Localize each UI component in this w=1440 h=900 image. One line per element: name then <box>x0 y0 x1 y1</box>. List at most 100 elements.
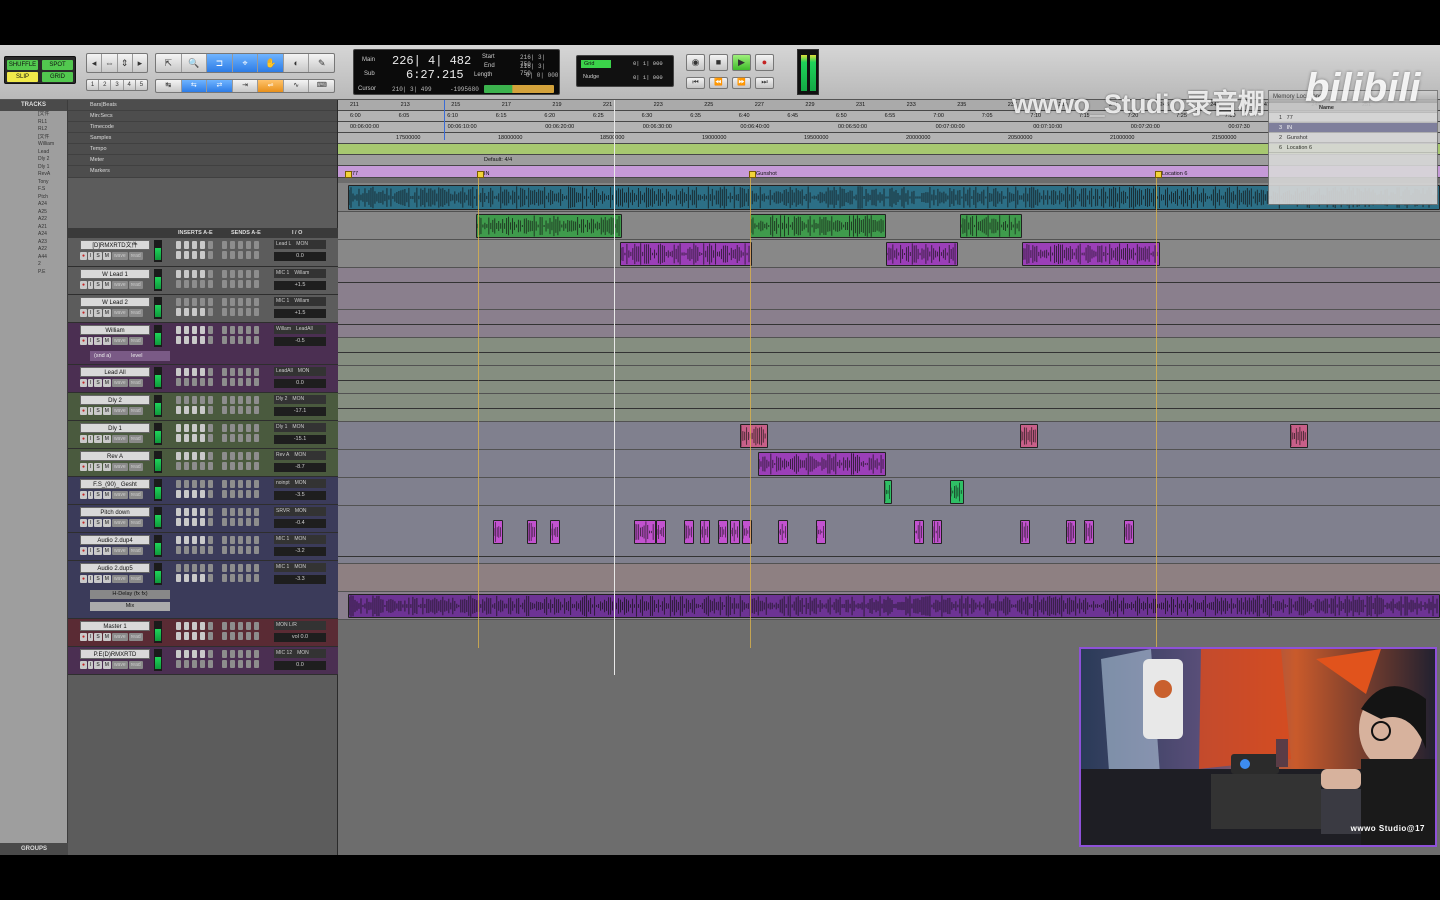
insert-slot[interactable] <box>176 241 181 249</box>
send-slot[interactable] <box>254 406 259 414</box>
track-lane[interactable] <box>338 422 1440 450</box>
track-name-field[interactable]: W Lead 1 <box>80 269 150 279</box>
magnifier-tool-icon[interactable]: 🔍 <box>182 54 208 72</box>
insert-slot[interactable] <box>176 650 181 658</box>
output-selector[interactable]: MON <box>292 396 304 402</box>
insert-slot[interactable] <box>208 650 213 658</box>
solo-button[interactable]: S <box>94 463 102 471</box>
output-selector[interactable]: MON <box>298 368 310 374</box>
solo-button[interactable]: S <box>94 661 102 669</box>
send-slot[interactable] <box>230 280 235 288</box>
zoom-preset-3[interactable]: 3 <box>111 80 124 90</box>
insert-slot[interactable] <box>208 336 213 344</box>
automation-mode-selector[interactable]: read <box>128 463 143 471</box>
send-slot[interactable] <box>230 480 235 488</box>
input-monitor-button[interactable]: I <box>88 379 94 387</box>
output-selector[interactable]: MON <box>295 480 307 486</box>
scrubber-tool-icon[interactable]: ◐ <box>284 54 310 72</box>
memory-row[interactable]: 3 IN <box>1269 123 1437 133</box>
send-slot[interactable] <box>222 480 227 488</box>
track-view-selector[interactable]: wave <box>111 633 128 641</box>
send-slot[interactable] <box>222 632 227 640</box>
input-selector[interactable]: MIC 1 <box>276 536 289 542</box>
insert-slot[interactable] <box>192 660 197 668</box>
track-view-selector[interactable]: wave <box>111 547 128 555</box>
send-slot[interactable] <box>222 368 227 376</box>
send-slot[interactable] <box>246 490 251 498</box>
selector-tool-icon[interactable]: ⌖ <box>232 54 259 72</box>
solo-button[interactable]: S <box>94 633 102 641</box>
send-slot[interactable] <box>222 406 227 414</box>
insert-slot[interactable] <box>176 536 181 544</box>
output-selector[interactable]: LeadAll <box>296 326 313 332</box>
tracks-list-item[interactable]: A22 <box>0 216 67 224</box>
insert-slot[interactable] <box>176 564 181 572</box>
track-header-row[interactable]: Audio 2.dup5 ● I S Mwave read MIC 1 MON -3.3 H-De… <box>68 561 338 619</box>
mute-button[interactable]: M <box>102 281 111 289</box>
send-slot[interactable] <box>222 564 227 572</box>
insert-slot[interactable] <box>192 622 197 630</box>
send-slot[interactable] <box>254 536 259 544</box>
record-enable-button[interactable]: ● <box>80 337 88 345</box>
audio-clip[interactable] <box>718 520 728 544</box>
mute-button[interactable]: M <box>102 661 111 669</box>
insert-slot[interactable] <box>176 508 181 516</box>
tracks-list-item[interactable]: A25 <box>0 209 67 217</box>
insert-slot[interactable] <box>208 396 213 404</box>
insert-slot[interactable] <box>184 280 189 288</box>
playhead-cursor[interactable] <box>614 100 615 675</box>
insert-slot[interactable] <box>184 406 189 414</box>
insert-slot[interactable] <box>176 490 181 498</box>
tracks-list-item[interactable]: RL1 <box>0 119 67 127</box>
insert-slot[interactable] <box>184 452 189 460</box>
send-slot[interactable] <box>238 650 243 658</box>
track-header-row[interactable]: W Lead 2 ● I S Mwave read MIC 1 Willam +1.5 <box>68 295 338 323</box>
input-selector[interactable]: MIC 1 <box>276 270 289 276</box>
mute-button[interactable]: M <box>102 547 111 555</box>
insert-slot[interactable] <box>200 326 205 334</box>
link-timeline-icon[interactable]: ⇆ <box>181 80 208 92</box>
send-slot[interactable] <box>222 241 227 249</box>
insert-slot[interactable] <box>208 424 213 432</box>
automation-mode-selector[interactable]: read <box>128 633 143 641</box>
track-view-selector[interactable]: wave <box>111 337 128 345</box>
audio-clip[interactable] <box>1020 520 1030 544</box>
send-slot[interactable] <box>238 452 243 460</box>
input-selector[interactable]: Dly 2 <box>276 396 287 402</box>
input-monitor-button[interactable]: I <box>88 633 94 641</box>
trim-tool-icon[interactable]: ⊐ <box>207 54 233 72</box>
solo-button[interactable]: S <box>94 252 102 260</box>
audio-clip[interactable] <box>1290 424 1308 448</box>
insert-slot[interactable] <box>184 508 189 516</box>
send-slot[interactable] <box>230 564 235 572</box>
insert-slot[interactable] <box>176 336 181 344</box>
spot-mode-button[interactable]: SPOT <box>42 60 73 70</box>
plugin-parameter[interactable]: Mix <box>90 602 170 611</box>
send-slot[interactable] <box>254 280 259 288</box>
insert-slot[interactable] <box>192 546 197 554</box>
grid-label[interactable]: Grid <box>581 60 611 68</box>
send-slot[interactable] <box>222 434 227 442</box>
solo-button[interactable]: S <box>94 435 102 443</box>
send-slot[interactable] <box>254 434 259 442</box>
input-monitor-button[interactable]: I <box>88 575 94 583</box>
go-to-end-icon[interactable]: ⏭ <box>755 77 774 89</box>
send-slot[interactable] <box>254 251 259 259</box>
insert-slot[interactable] <box>200 368 205 376</box>
automation-line[interactable] <box>338 556 1440 557</box>
track-header-row[interactable]: [D]RMXRTD文件 ● I S Mwave read Lead L MON 0.0 <box>68 238 338 267</box>
record-enable-button[interactable]: ● <box>80 661 88 669</box>
track-name-field[interactable]: Master 1 <box>80 621 150 631</box>
insert-slot[interactable] <box>184 251 189 259</box>
insert-slot[interactable] <box>200 434 205 442</box>
send-slot[interactable] <box>222 462 227 470</box>
insert-slot[interactable] <box>192 336 197 344</box>
send-slot[interactable] <box>246 434 251 442</box>
tracks-list-item[interactable]: A24 <box>0 201 67 209</box>
audio-clip[interactable] <box>527 520 537 544</box>
send-slot[interactable] <box>246 308 251 316</box>
send-slot[interactable] <box>254 378 259 386</box>
send-slot[interactable] <box>230 452 235 460</box>
marker-77[interactable]: 77 <box>344 168 358 180</box>
zoom-preset-1[interactable]: 1 <box>87 80 100 90</box>
